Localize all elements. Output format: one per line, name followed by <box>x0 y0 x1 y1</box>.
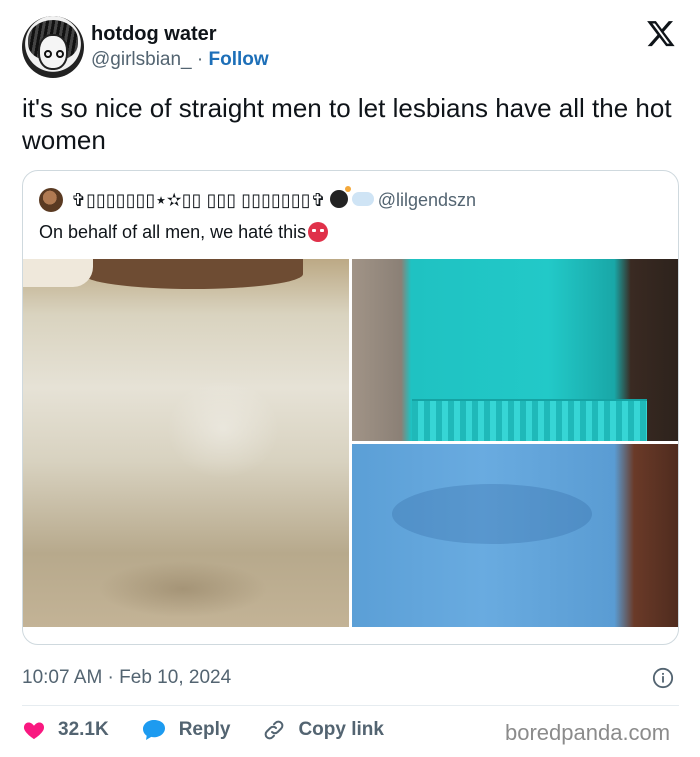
photo-shading <box>392 484 592 544</box>
copy-link-button[interactable]: Copy link <box>262 718 384 742</box>
photo-skin-area <box>83 259 303 289</box>
info-icon[interactable] <box>652 667 674 689</box>
bomb-emoji-icon <box>329 186 351 208</box>
link-icon <box>265 720 284 740</box>
avatar-eye-left <box>44 50 52 58</box>
copy-link-label: Copy link <box>298 719 384 740</box>
x-logo-icon[interactable] <box>645 18 677 48</box>
separator-dot: · <box>191 49 209 70</box>
quoted-display-name[interactable]: ✞▯▯▯▯▯▯▯⋆✫▯▯ ▯▯▯ ▯▯▯▯▯▯▯✞ <box>71 190 326 210</box>
avatar-face <box>38 34 68 70</box>
follow-button[interactable]: Follow <box>209 49 269 70</box>
author-avatar[interactable] <box>22 16 84 78</box>
quoted-author-row: ✞▯▯▯▯▯▯▯⋆✫▯▯ ▯▯▯ ▯▯▯▯▯▯▯✞ @lilgendszn <box>71 186 476 213</box>
quoted-author-avatar[interactable] <box>39 188 63 212</box>
heart-icon <box>23 722 45 739</box>
photo-beige-dress[interactable] <box>23 259 349 627</box>
media-grid <box>23 259 678 627</box>
avatar-eye-right <box>56 50 64 58</box>
like-count: 32.1K <box>58 719 109 740</box>
photo-lace-area <box>23 259 93 287</box>
tweet-card: hotdog water @girlsbian_ · Follow it's s… <box>0 0 700 757</box>
quoted-text: On behalf of all men, we haté this <box>39 222 307 242</box>
dash-emoji-icon <box>351 192 374 206</box>
author-info: hotdog water @girlsbian_ · Follow <box>91 22 269 73</box>
quoted-text-row: On behalf of all men, we haté this <box>39 219 329 245</box>
photo-ruffle-hem <box>412 399 647 441</box>
photo-teal-dress[interactable] <box>352 259 678 441</box>
like-button[interactable]: 32.1K <box>22 718 109 742</box>
author-display-name[interactable]: hotdog water <box>91 22 269 46</box>
reply-label: Reply <box>178 719 231 740</box>
reply-bubble-icon <box>142 720 165 740</box>
author-handle-row: @girlsbian_ · Follow <box>91 47 269 73</box>
photo-blue-dress[interactable] <box>352 444 678 627</box>
watermark: boredpanda.com <box>505 720 671 745</box>
quoted-handle[interactable]: @lilgendszn <box>378 190 476 210</box>
author-handle[interactable]: @girlsbian_ <box>91 49 192 70</box>
reply-button[interactable]: Reply <box>141 718 231 742</box>
tweet-text: it's so nice of straight men to let lesb… <box>22 93 672 155</box>
angry-face-emoji-icon <box>308 222 329 242</box>
action-bar: 32.1K Reply Copy link <box>22 716 416 744</box>
quoted-tweet[interactable]: ✞▯▯▯▯▯▯▯⋆✫▯▯ ▯▯▯ ▯▯▯▯▯▯▯✞ @lilgendszn On … <box>22 170 679 645</box>
footer-divider <box>22 705 679 706</box>
tweet-timestamp[interactable]: 10:07 AM · Feb 10, 2024 <box>22 665 231 691</box>
